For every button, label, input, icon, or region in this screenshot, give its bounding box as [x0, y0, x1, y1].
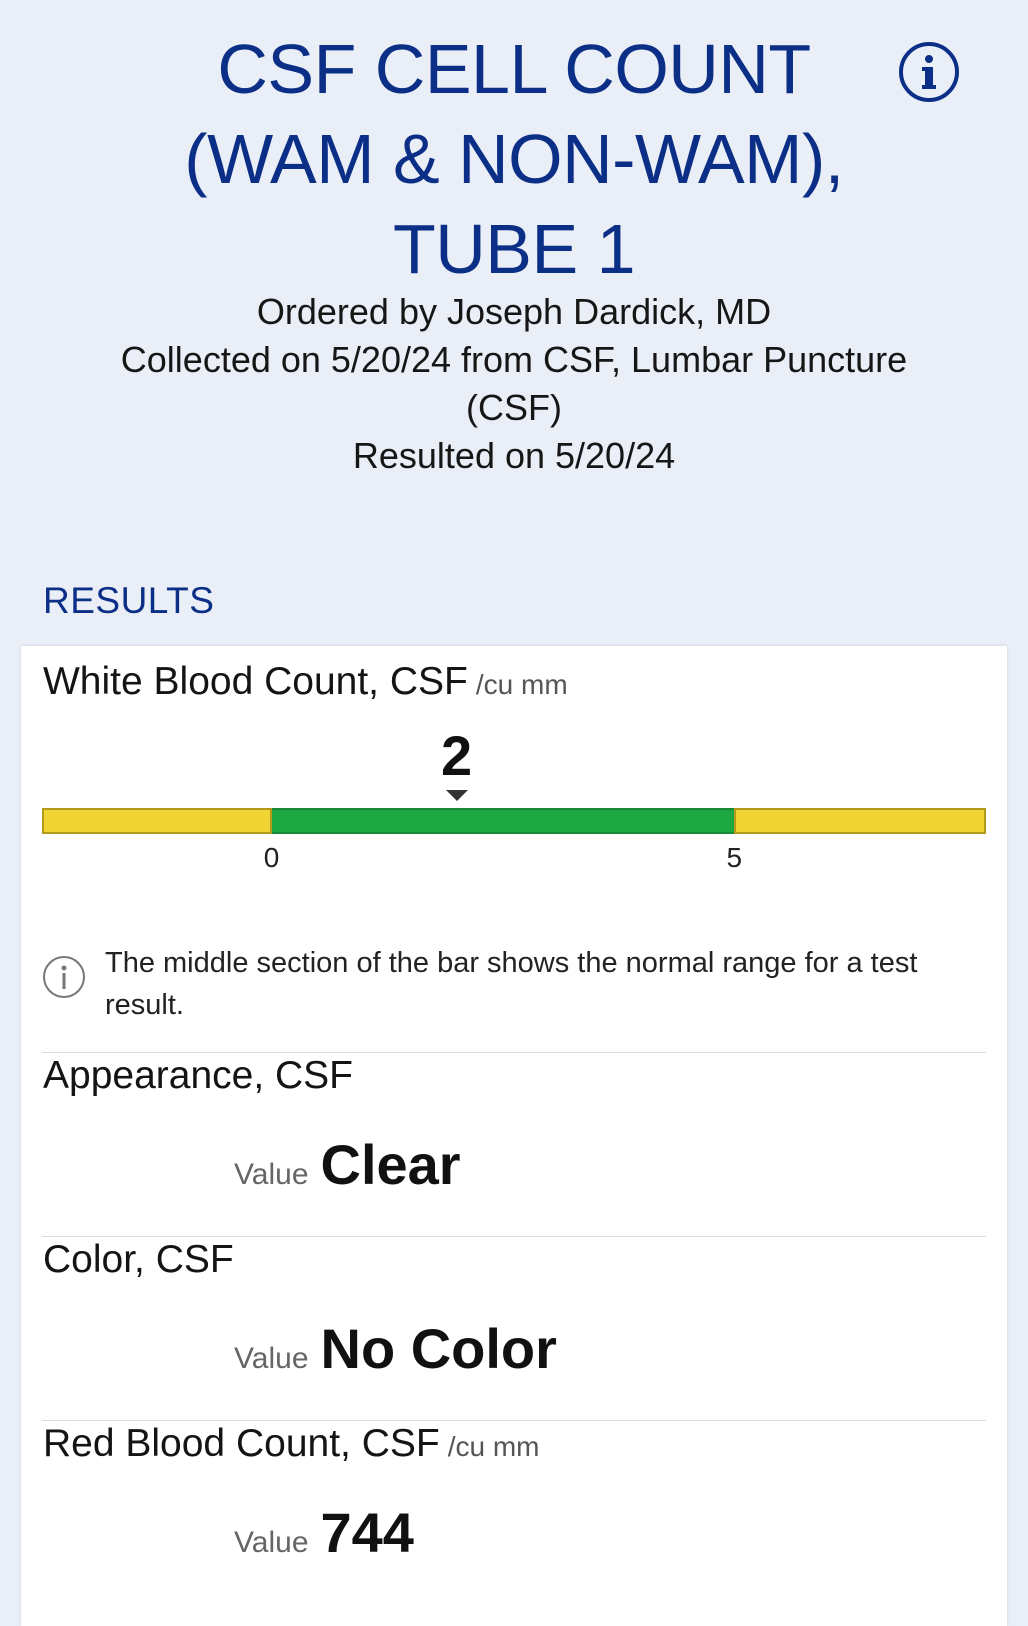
order-details: Ordered by Joseph Dardick, MD Collected …	[40, 288, 988, 480]
test-name: Red Blood Count, CSF	[43, 1422, 440, 1465]
wbc-result: White Blood Count, CSF/cu mm	[43, 660, 1007, 704]
gauge-marker-icon	[445, 790, 468, 801]
appearance-result: Appearance, CSF	[43, 1054, 1007, 1098]
color-result: Color, CSF	[43, 1238, 1007, 1282]
value-label: Value	[234, 1526, 309, 1559]
value-text: Clear	[320, 1133, 461, 1196]
value-label: Value	[234, 1342, 309, 1375]
value-label: Value	[234, 1158, 309, 1191]
color-value: Value No Color	[234, 1316, 557, 1381]
divider	[42, 1420, 986, 1421]
range-note-text: The middle section of the bar shows the …	[105, 947, 918, 1021]
test-name: Appearance, CSF	[43, 1054, 354, 1097]
range-low-label: 0	[263, 842, 280, 873]
range-segment-low	[42, 808, 272, 834]
test-unit: /cu mm	[475, 669, 568, 700]
collected-on: Collected on 5/20/24 from CSF, Lumbar Pu…	[120, 339, 908, 380]
info-button[interactable]	[899, 42, 959, 102]
info-circle-icon	[43, 956, 85, 998]
title-line-2: (WAM & NON-WAM),	[184, 120, 844, 198]
range-bar	[42, 808, 986, 834]
divider	[42, 1236, 986, 1237]
resulted-on: Resulted on 5/20/24	[352, 435, 676, 476]
value-text: No Color	[320, 1317, 557, 1380]
test-name: Color, CSF	[43, 1238, 234, 1281]
info-circle-icon	[922, 55, 936, 89]
page-title: CSF CELL COUNT (WAM & NON-WAM), TUBE 1	[100, 24, 928, 294]
test-name: White Blood Count, CSF	[43, 660, 468, 703]
appearance-value: Value Clear	[234, 1132, 461, 1197]
gauge-value: 2	[441, 724, 473, 787]
wbc-range-gauge: 2 0 5	[42, 724, 986, 884]
title-line-3: TUBE 1	[392, 210, 636, 288]
range-note: The middle section of the bar shows the …	[43, 942, 987, 1042]
range-segment-normal	[271, 808, 735, 834]
collected-source: (CSF)	[466, 387, 562, 428]
range-high-label: 5	[726, 842, 743, 873]
ordered-by: Ordered by Joseph Dardick, MD	[256, 291, 772, 332]
test-unit: /cu mm	[447, 1431, 540, 1462]
rbc-value: Value 744	[234, 1500, 414, 1565]
range-segment-high	[734, 808, 986, 834]
report-header: CSF CELL COUNT (WAM & NON-WAM), TUBE 1 O…	[0, 0, 1028, 520]
results-section-label: RESULTS	[43, 580, 215, 621]
divider	[42, 1052, 986, 1053]
results-card: White Blood Count, CSF/cu mm 2 0 5 The m…	[21, 646, 1007, 1626]
value-text: 744	[320, 1501, 414, 1564]
title-line-1: CSF CELL COUNT	[217, 30, 811, 108]
rbc-result: Red Blood Count, CSF/cu mm	[43, 1422, 1007, 1466]
